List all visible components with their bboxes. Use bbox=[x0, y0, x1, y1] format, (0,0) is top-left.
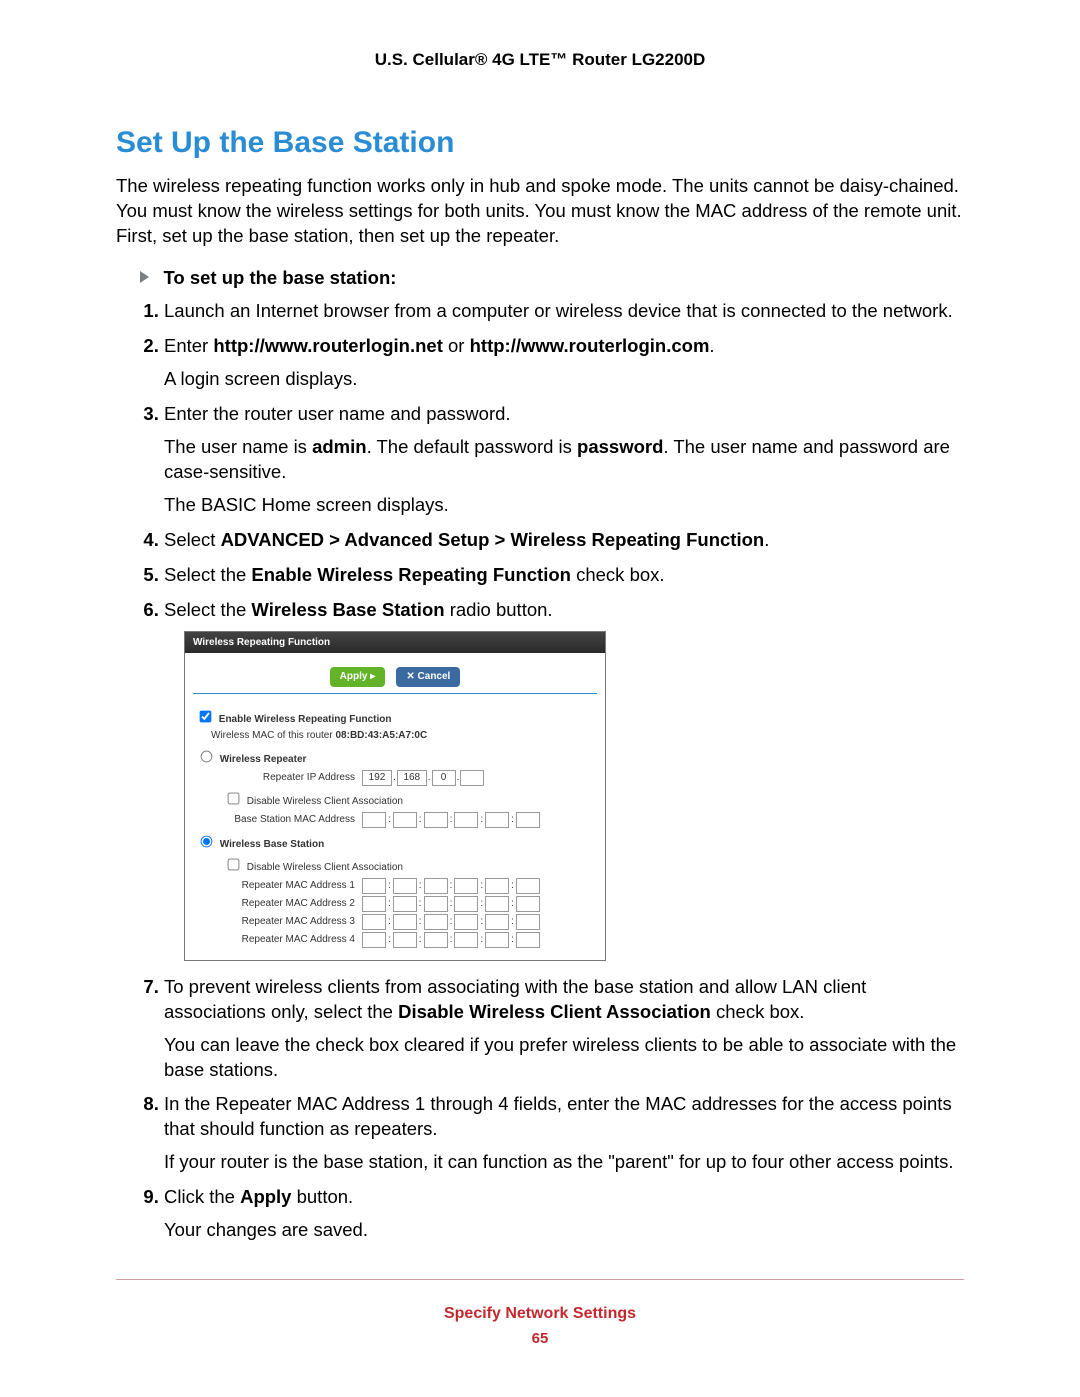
wireless-repeating-panel: Wireless Repeating Function Apply ▸ ✕ Ca… bbox=[184, 631, 606, 961]
task-heading-text: To set up the base station: bbox=[163, 267, 396, 288]
step-3-sub2: The BASIC Home screen displays. bbox=[164, 493, 964, 518]
intro-paragraph: The wireless repeating function works on… bbox=[116, 174, 964, 249]
rep-mac4-label: Repeater MAC Address 4 bbox=[195, 933, 355, 947]
step-3-text: Enter the router user name and password. bbox=[164, 403, 511, 424]
base-mac-oct-2[interactable] bbox=[393, 812, 417, 828]
doc-header: U.S. Cellular® 4G LTE™ Router LG2200D bbox=[116, 50, 964, 70]
rep-mac3-row: Repeater MAC Address 3 : : : : : bbox=[195, 914, 595, 930]
rep-mac2-row: Repeater MAC Address 2 : : : : : bbox=[195, 896, 595, 912]
disable-assoc-label-1: Disable Wireless Client Association bbox=[247, 796, 403, 807]
footer-page-number: 65 bbox=[0, 1330, 1080, 1347]
disable-assoc-row-1: Disable Wireless Client Association bbox=[223, 789, 595, 809]
step-2-mid: or bbox=[443, 335, 470, 356]
task-heading: To set up the base station: bbox=[140, 267, 964, 289]
step-8: In the Repeater MAC Address 1 through 4 … bbox=[164, 1092, 964, 1175]
step-2-sub: A login screen displays. bbox=[164, 367, 964, 392]
chevron-right-icon bbox=[140, 271, 149, 283]
wireless-repeater-label: Wireless Repeater bbox=[220, 754, 307, 765]
step-7: To prevent wireless clients from associa… bbox=[164, 975, 964, 1083]
wireless-base-station-label: Wireless Base Station bbox=[220, 839, 324, 850]
step-7-sub: You can leave the check box cleared if y… bbox=[164, 1033, 964, 1083]
cancel-button[interactable]: ✕ Cancel bbox=[396, 667, 460, 687]
steps-list: Launch an Internet browser from a comput… bbox=[138, 299, 964, 1243]
step-2-url1: http://www.routerlogin.net bbox=[213, 335, 443, 356]
section-title: Set Up the Base Station bbox=[116, 126, 964, 160]
step-1-text: Launch an Internet browser from a comput… bbox=[164, 300, 953, 321]
footer-rule bbox=[116, 1279, 964, 1280]
ip-octet-4[interactable] bbox=[460, 770, 484, 786]
ip-octet-3[interactable]: 0 bbox=[432, 770, 456, 786]
ip-octet-1[interactable]: 192 bbox=[362, 770, 392, 786]
step-3: Enter the router user name and password.… bbox=[164, 402, 964, 518]
repeater-ip-label: Repeater IP Address bbox=[195, 771, 355, 785]
step-3-sub1: The user name is admin. The default pass… bbox=[164, 435, 964, 485]
step-8-text: In the Repeater MAC Address 1 through 4 … bbox=[164, 1093, 952, 1139]
step-2-pre: Enter bbox=[164, 335, 213, 356]
base-mac-oct-5[interactable] bbox=[485, 812, 509, 828]
step-9-sub: Your changes are saved. bbox=[164, 1218, 964, 1243]
base-mac-row: Base Station MAC Address : : : : : bbox=[195, 812, 595, 828]
step-1: Launch an Internet browser from a comput… bbox=[164, 299, 964, 324]
router-mac-value: 08:BD:43:A5:A7:0C bbox=[335, 730, 427, 741]
base-station-radio-row: Wireless Base Station bbox=[195, 832, 595, 852]
step-2-end: . bbox=[709, 335, 714, 356]
step-9: Click the Apply button. Your changes are… bbox=[164, 1185, 964, 1243]
enable-repeating-checkbox[interactable] bbox=[200, 710, 212, 722]
repeater-radio-row: Wireless Repeater bbox=[195, 747, 595, 767]
base-mac-oct-1[interactable] bbox=[362, 812, 386, 828]
wireless-repeater-radio[interactable] bbox=[201, 750, 213, 762]
router-mac-row: Wireless MAC of this router 08:BD:43:A5:… bbox=[211, 729, 595, 743]
rep-mac1-row: Repeater MAC Address 1 : : : : : bbox=[195, 878, 595, 894]
panel-body: Enable Wireless Repeating Function Wirel… bbox=[185, 698, 605, 960]
rep-mac4-row: Repeater MAC Address 4 : : : : : bbox=[195, 932, 595, 948]
base-mac-oct-3[interactable] bbox=[424, 812, 448, 828]
step-2-url2: http://www.routerlogin.com bbox=[470, 335, 710, 356]
enable-repeating-label: Enable Wireless Repeating Function bbox=[219, 714, 392, 725]
step-8-sub: If your router is the base station, it c… bbox=[164, 1150, 964, 1175]
ip-octet-2[interactable]: 168 bbox=[397, 770, 427, 786]
repeater-ip-row: Repeater IP Address 192. 168. 0. bbox=[195, 770, 595, 786]
base-mac-oct-4[interactable] bbox=[454, 812, 478, 828]
disable-assoc-checkbox-1[interactable] bbox=[228, 793, 240, 805]
rep-mac1-label: Repeater MAC Address 1 bbox=[195, 879, 355, 893]
disable-assoc-label-2: Disable Wireless Client Association bbox=[247, 862, 403, 873]
disable-assoc-row-2: Disable Wireless Client Association bbox=[223, 855, 595, 875]
panel-button-row: Apply ▸ ✕ Cancel bbox=[193, 653, 597, 694]
step-5: Select the Enable Wireless Repeating Fun… bbox=[164, 563, 964, 588]
rep-mac3-label: Repeater MAC Address 3 bbox=[195, 915, 355, 929]
base-mac-label: Base Station MAC Address bbox=[195, 813, 355, 827]
base-mac-oct-6[interactable] bbox=[516, 812, 540, 828]
enable-row: Enable Wireless Repeating Function bbox=[195, 707, 595, 727]
manual-page: U.S. Cellular® 4G LTE™ Router LG2200D Se… bbox=[0, 0, 1080, 1397]
apply-button[interactable]: Apply ▸ bbox=[330, 667, 386, 687]
footer-section-title: Specify Network Settings bbox=[0, 1305, 1080, 1323]
step-6: Select the Wireless Base Station radio b… bbox=[164, 598, 964, 961]
panel-titlebar: Wireless Repeating Function bbox=[185, 632, 605, 654]
step-4: Select ADVANCED > Advanced Setup > Wirel… bbox=[164, 528, 964, 553]
disable-assoc-checkbox-2[interactable] bbox=[228, 859, 240, 871]
rep-mac2-label: Repeater MAC Address 2 bbox=[195, 897, 355, 911]
wireless-base-station-radio[interactable] bbox=[201, 835, 213, 847]
step-2: Enter http://www.routerlogin.net or http… bbox=[164, 334, 964, 392]
